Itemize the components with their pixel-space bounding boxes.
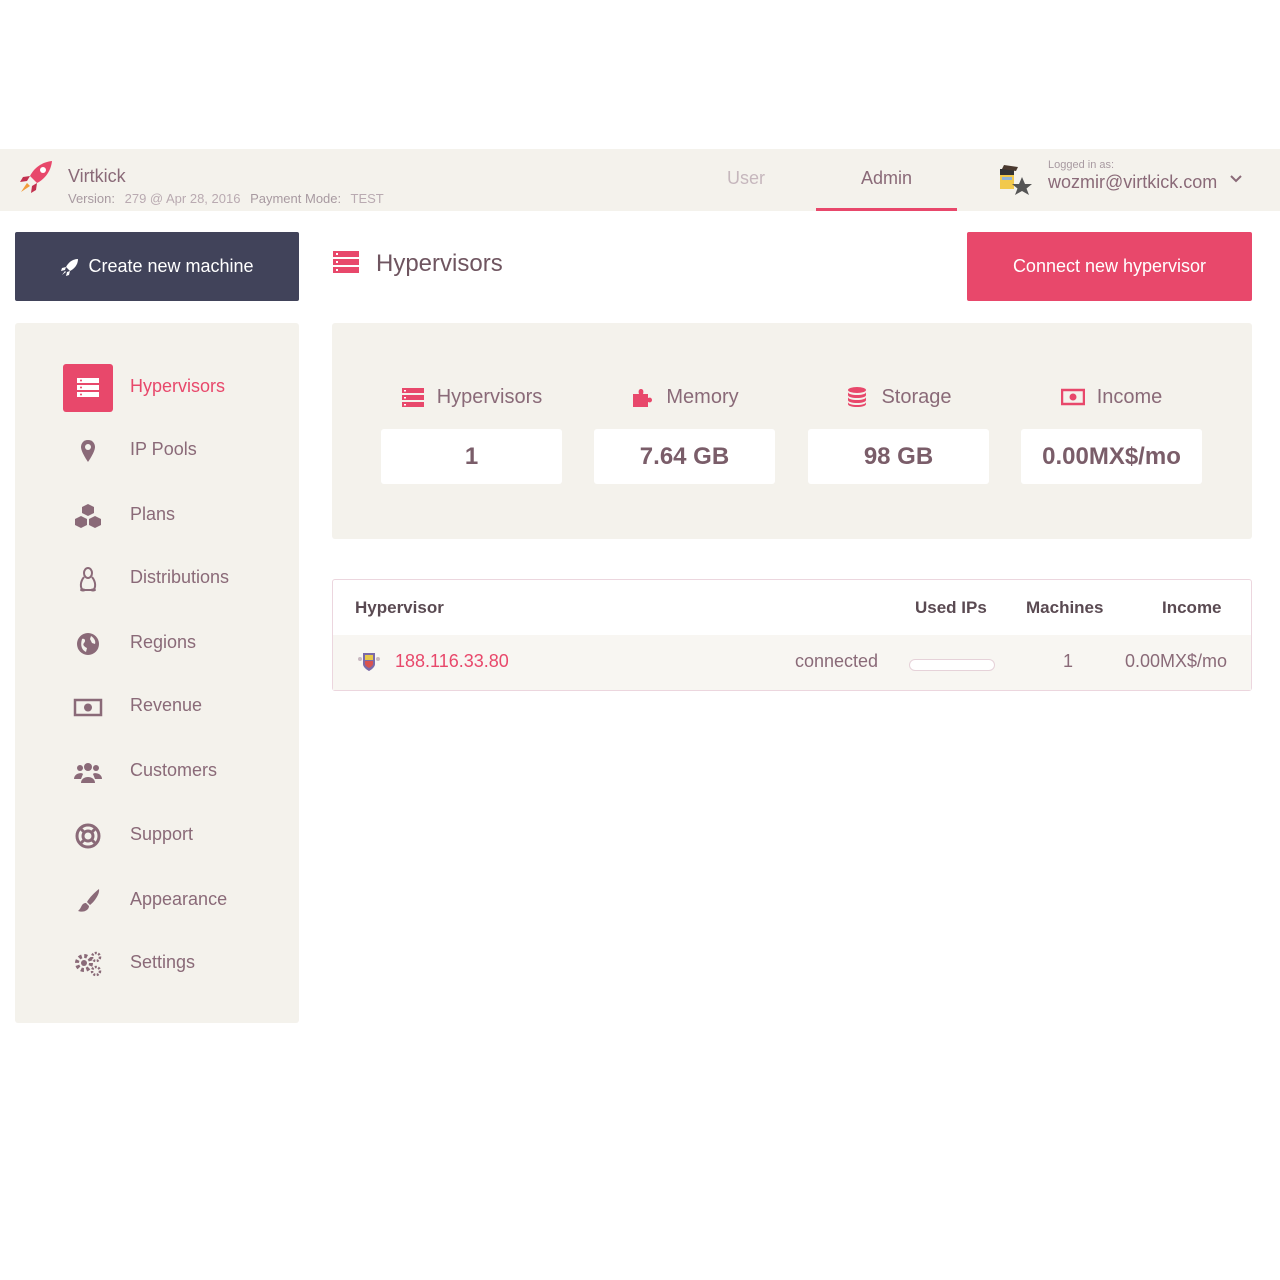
sidebar-item-plans[interactable]: Plans (63, 492, 283, 540)
sidebar-item-regions[interactable]: Regions (63, 620, 283, 668)
create-new-machine-label: Create new machine (88, 256, 254, 276)
hypervisors-table: Hypervisor Used IPs Machines Income 188.… (332, 579, 1252, 691)
life-ring-icon (63, 812, 113, 860)
cogs-icon (63, 940, 113, 988)
paint-brush-icon (63, 877, 113, 925)
sidebar-item-ip-pools[interactable]: IP Pools (63, 427, 283, 475)
rocket-icon (61, 258, 79, 276)
brand-name: Virtkick (68, 166, 126, 186)
admin-sidebar: Hypervisors IP Pools Plans Distributions… (15, 323, 299, 1023)
sidebar-item-label: Hypervisors (130, 376, 226, 396)
row-income: 0.00MX$/mo (1125, 651, 1228, 671)
avatar[interactable] (998, 161, 1034, 197)
payment-mode-label: Payment Mode: (250, 191, 342, 206)
hypervisor-host-icon (358, 653, 380, 671)
sidebar-item-settings[interactable]: Settings (63, 940, 283, 988)
sidebar-item-label: Revenue (130, 695, 203, 715)
column-header-hypervisor: Hypervisor (355, 598, 444, 617)
sidebar-item-label: IP Pools (130, 439, 197, 459)
machines-count: 1 (1063, 651, 1074, 671)
globe-icon (63, 620, 113, 668)
column-header-used-ips: Used IPs (915, 598, 987, 617)
sidebar-item-label: Settings (130, 952, 196, 972)
version-info: Version: 279 @ Apr 28, 2016 Payment Mode… (68, 191, 390, 206)
map-marker-icon (63, 427, 113, 475)
user-email[interactable]: wozmir@virtkick.com (1048, 172, 1217, 193)
sidebar-item-label: Support (130, 824, 194, 844)
stat-label: Storage (881, 385, 952, 408)
table-row[interactable]: 188.116.33.80 connected 1 0.00MX$/mo (333, 635, 1251, 690)
server-icon (333, 251, 359, 273)
money-icon (63, 683, 113, 731)
stat-label: Memory (666, 385, 739, 408)
sidebar-item-label: Regions (130, 632, 197, 652)
sidebar-item-appearance[interactable]: Appearance (63, 877, 283, 925)
create-new-machine-button[interactable]: Create new machine (15, 232, 299, 301)
sidebar-item-label: Distributions (130, 567, 230, 587)
sidebar-item-support[interactable]: Support (63, 812, 283, 860)
connection-status: connected (795, 651, 879, 671)
users-icon (63, 748, 113, 796)
tab-user[interactable]: User (700, 149, 792, 211)
stat-memory: Memory 7.64 GB (594, 383, 775, 484)
sidebar-item-customers[interactable]: Customers (63, 748, 283, 796)
logged-in-label: Logged in as: (1048, 159, 1115, 171)
hypervisor-link[interactable]: 188.116.33.80 (395, 651, 509, 672)
money-icon (1060, 388, 1085, 406)
database-icon (848, 387, 867, 407)
version-label: Version: (68, 191, 115, 206)
stat-storage: Storage 98 GB (808, 383, 989, 484)
sidebar-item-label: Appearance (130, 889, 228, 909)
connect-new-hypervisor-button[interactable]: Connect new hypervisor (967, 232, 1252, 301)
linux-icon (63, 555, 113, 603)
sidebar-item-label: Customers (130, 760, 218, 780)
server-icon (401, 388, 424, 407)
column-header-income: Income (1162, 598, 1222, 617)
cubes-icon (63, 492, 113, 540)
sidebar-item-revenue[interactable]: Revenue (63, 683, 283, 731)
column-header-machines: Machines (1026, 598, 1104, 617)
stat-value: 7.64 GB (594, 429, 775, 484)
chevron-down-icon[interactable] (1228, 171, 1244, 187)
used-ips-progress-bar (909, 659, 995, 671)
stat-label: Income (1096, 385, 1163, 408)
puzzle-icon (633, 389, 653, 407)
stat-income: Income 0.00MX$/mo (1021, 383, 1202, 484)
sidebar-item-hypervisors[interactable]: Hypervisors (63, 364, 283, 412)
stat-hypervisors: Hypervisors 1 (381, 383, 562, 484)
stat-value: 0.00MX$/mo (1021, 429, 1202, 484)
payment-mode-value: TEST (350, 191, 384, 206)
page-title: Hypervisors (376, 250, 503, 277)
sidebar-item-label: Plans (130, 504, 176, 524)
rocket-logo-icon[interactable] (18, 159, 56, 195)
server-icon (63, 364, 113, 412)
stats-panel: Hypervisors 1 Memory 7.64 GB Storage 98 … (332, 323, 1252, 539)
stat-value: 1 (381, 429, 562, 484)
sidebar-item-distributions[interactable]: Distributions (63, 555, 283, 603)
top-bar: Virtkick Version: 279 @ Apr 28, 2016 Pay… (0, 149, 1280, 211)
version-value: 279 @ Apr 28, 2016 (124, 191, 241, 206)
stat-value: 98 GB (808, 429, 989, 484)
stat-label: Hypervisors (436, 385, 543, 408)
tab-admin[interactable]: Admin (816, 149, 957, 211)
